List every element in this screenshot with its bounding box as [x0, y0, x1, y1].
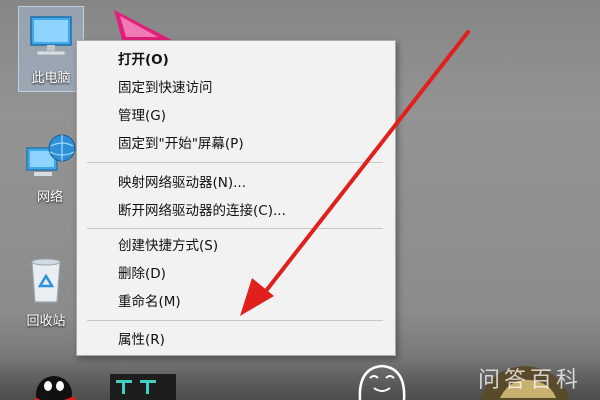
menu-item-pin-quick-access[interactable]: 固定到快速访问	[77, 75, 395, 101]
recycle-bin-icon	[31, 258, 61, 303]
menu-item-map-network-drive[interactable]: 映射网络驱动器(N)...	[77, 170, 395, 196]
desktop-icon-network[interactable]: 网络	[18, 132, 82, 212]
desktop-icon-recycle-bin[interactable]: 回收站	[14, 256, 78, 338]
desktop-icon-label: 回收站	[26, 314, 66, 329]
menu-item-delete[interactable]: 删除(D)	[77, 261, 395, 287]
app-icon	[110, 374, 176, 400]
menu-item-pin-start[interactable]: 固定到"开始"屏幕(P)	[77, 131, 395, 157]
desktop-icon-label: 网络	[36, 190, 63, 205]
menu-item-create-shortcut[interactable]: 创建快捷方式(S)	[77, 233, 395, 259]
menu-item-open[interactable]: 打开(O)	[77, 47, 395, 73]
pink-pointer-icon	[114, 10, 172, 40]
desktop-icon-label: 此电脑	[31, 71, 71, 86]
menu-item-disconnect-network-drive[interactable]: 断开网络驱动器的连接(C)...	[77, 198, 395, 224]
watermark: 问答百科	[477, 368, 582, 393]
network-icon	[26, 134, 76, 176]
menu-separator	[87, 320, 383, 321]
desktop-icon-this-pc[interactable]: 此电脑	[18, 6, 84, 92]
menu-separator	[87, 228, 383, 229]
ghost-decoration-icon	[358, 364, 406, 400]
context-menu: 打开(O) 固定到快速访问 管理(G) 固定到"开始"屏幕(P) 映射网络驱动器…	[76, 40, 396, 356]
qq-penguin-icon	[34, 376, 76, 400]
menu-separator	[87, 162, 383, 163]
this-pc-icon	[30, 16, 72, 56]
menu-item-rename[interactable]: 重命名(M)	[77, 289, 395, 315]
menu-item-manage[interactable]: 管理(G)	[77, 103, 395, 129]
menu-item-properties[interactable]: 属性(R)	[77, 327, 395, 353]
